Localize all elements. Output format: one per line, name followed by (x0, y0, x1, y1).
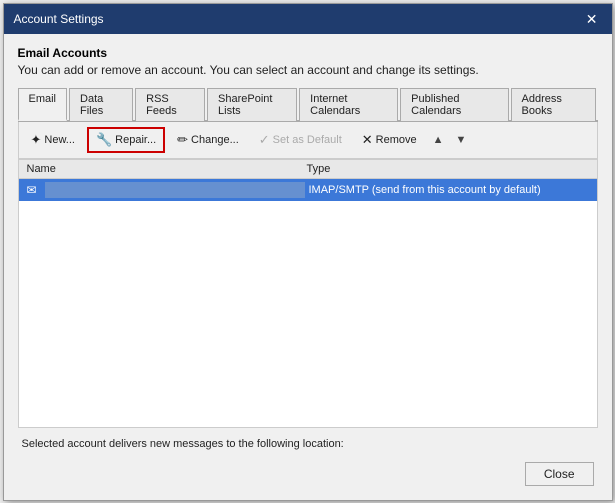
move-up-button[interactable]: ▲ (429, 131, 448, 149)
section-desc: You can add or remove an account. You ca… (18, 63, 598, 77)
title-bar: Account Settings ✕ (4, 4, 612, 34)
close-button[interactable]: Close (525, 462, 594, 486)
remove-button[interactable]: ✕ Remove (354, 128, 425, 152)
check-icon: ✓ (259, 132, 270, 148)
accounts-table: Name Type ✉ IMAP/SMTP (send from this ac… (18, 159, 598, 428)
dialog-body: Email Accounts You can add or remove an … (4, 34, 612, 500)
tab-internet-calendars[interactable]: Internet Calendars (299, 88, 398, 121)
toolbar: ✦ New... 🔧 Repair... ✏ Change... ✓ Set a… (18, 122, 598, 159)
repair-icon: 🔧 (96, 132, 112, 148)
status-bar: Selected account delivers new messages t… (18, 428, 598, 456)
row-type: IMAP/SMTP (send from this account by def… (309, 184, 589, 196)
repair-label: Repair... (115, 134, 156, 146)
col-header-name: Name (27, 163, 307, 175)
row-name (45, 182, 305, 198)
remove-icon: ✕ (362, 132, 373, 148)
change-label: Change... (191, 134, 239, 146)
section-title: Email Accounts (18, 46, 598, 60)
tab-email[interactable]: Email (18, 88, 68, 121)
dialog-footer: Close (18, 456, 598, 490)
new-label: New... (44, 134, 75, 146)
close-title-button[interactable]: ✕ (582, 12, 602, 26)
move-down-button[interactable]: ▼ (452, 131, 471, 149)
account-settings-dialog: Account Settings ✕ Email Accounts You ca… (3, 3, 613, 501)
tab-data-files[interactable]: Data Files (69, 88, 133, 121)
set-default-button[interactable]: ✓ Set as Default (251, 128, 350, 152)
table-row[interactable]: ✉ IMAP/SMTP (send from this account by d… (19, 179, 597, 201)
row-email-icon: ✉ (27, 183, 45, 197)
change-button[interactable]: ✏ Change... (169, 128, 247, 152)
table-header: Name Type (19, 160, 597, 179)
new-icon: ✦ (31, 132, 42, 148)
tab-rss-feeds[interactable]: RSS Feeds (135, 88, 205, 121)
dialog-title: Account Settings (14, 12, 104, 26)
status-text: Selected account delivers new messages t… (22, 438, 344, 450)
tabs-container: Email Data Files RSS Feeds SharePoint Li… (18, 87, 598, 122)
tab-published-calendars[interactable]: Published Calendars (400, 88, 508, 121)
remove-label: Remove (376, 134, 417, 146)
change-icon: ✏ (177, 132, 188, 148)
tab-address-books[interactable]: Address Books (511, 88, 596, 121)
repair-button[interactable]: 🔧 Repair... (87, 127, 165, 153)
set-default-label: Set as Default (273, 134, 342, 146)
tab-sharepoint[interactable]: SharePoint Lists (207, 88, 297, 121)
new-button[interactable]: ✦ New... (23, 128, 83, 152)
col-header-type: Type (307, 163, 589, 175)
